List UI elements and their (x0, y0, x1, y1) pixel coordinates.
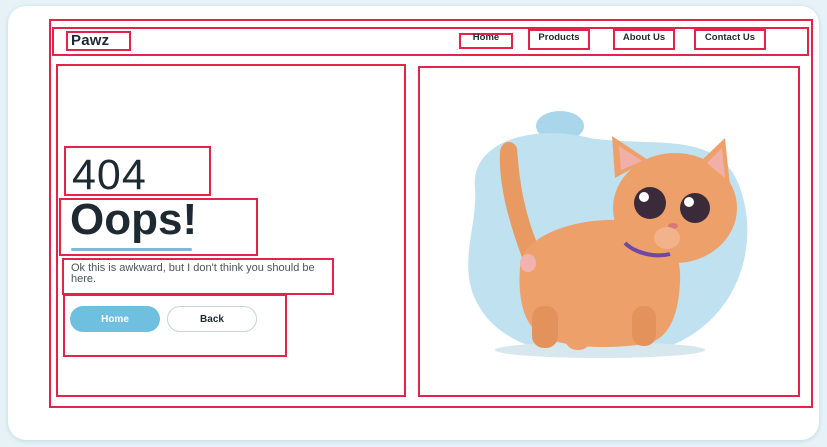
cat-illustration-icon (468, 111, 748, 358)
cat-spot (520, 254, 536, 272)
cat-eye-left-shine (639, 192, 649, 202)
home-button[interactable]: Home (70, 306, 160, 332)
brand-logo[interactable]: Pawz (66, 31, 131, 51)
title-underline (71, 248, 192, 251)
nav-products-link[interactable]: Products (528, 29, 590, 50)
cat-leg-back-left (532, 306, 558, 348)
back-button[interactable]: Back (167, 306, 257, 332)
cat-leg-back-right (565, 312, 591, 350)
cat-eye-right (680, 193, 710, 223)
error-message: Ok this is awkward, but I don't think yo… (62, 258, 334, 295)
error-code: 404 (64, 146, 211, 196)
cat-paw (654, 227, 680, 249)
nav-home-link[interactable]: Home (459, 33, 513, 49)
nav-about-link[interactable]: About Us (613, 29, 675, 50)
cat-eye-right-shine (684, 197, 694, 207)
cat-eye-left (634, 187, 666, 219)
nav-contact-link[interactable]: Contact Us (694, 29, 766, 50)
cat-leg-front (632, 306, 656, 346)
